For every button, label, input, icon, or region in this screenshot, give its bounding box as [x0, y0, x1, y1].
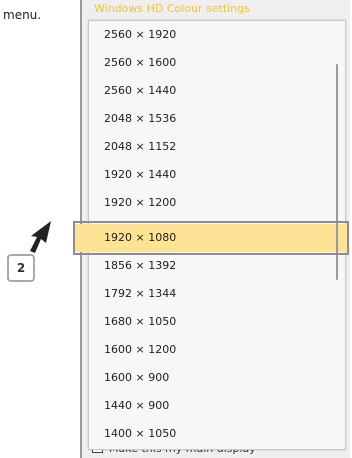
resolution-option-label: 1440 × 900 [104, 399, 170, 412]
resolution-option[interactable]: 2048 × 1152 [89, 133, 335, 161]
resolution-option-label: 1856 × 1392 [104, 259, 177, 272]
pointer-arrow-icon [30, 221, 51, 253]
resolution-option-label: 1400 × 1050 [104, 427, 177, 440]
resolution-option[interactable]: 2048 × 1536 [89, 105, 335, 133]
resolution-option[interactable]: 1920 × 1440 [89, 161, 335, 189]
resolution-option[interactable]: 1856 × 1392 [89, 252, 335, 280]
resolution-option-label: 1600 × 900 [104, 371, 170, 384]
resolution-option[interactable]: 2560 × 1600 [89, 49, 335, 77]
resolution-option-label: 2560 × 1920 [104, 28, 177, 41]
resolution-option-label: 2048 × 1536 [104, 112, 177, 125]
resolution-option-label: 2048 × 1152 [104, 140, 177, 153]
caption-text: menu. [3, 8, 42, 22]
resolution-option[interactable]: 1680 × 1050 [89, 308, 335, 336]
selection-highlight-frame [73, 221, 349, 255]
resolution-option[interactable]: 1792 × 1344 [89, 280, 335, 308]
resolution-option-label: 2560 × 1600 [104, 56, 177, 69]
window-title: Windows HD Colour settings [94, 2, 250, 15]
resolution-option[interactable]: 2560 × 1920 [89, 21, 335, 49]
resolution-option[interactable]: 2560 × 1440 [89, 77, 335, 105]
resolution-option-label: 1920 × 1440 [104, 168, 177, 181]
resolution-option[interactable]: 1440 × 900 [89, 392, 335, 420]
resolution-option-label: 2560 × 1440 [104, 84, 177, 97]
resolution-option[interactable]: 1600 × 1200 [89, 336, 335, 364]
resolution-option-label: 1600 × 1200 [104, 343, 177, 356]
step-number-badge: 2 [7, 254, 35, 282]
resolution-option-label: 1680 × 1050 [104, 315, 177, 328]
resolution-option-label: 1920 × 1200 [104, 196, 177, 209]
resolution-option[interactable]: 1920 × 1200 [89, 189, 335, 217]
resolution-option[interactable]: 1400 × 1050 [89, 420, 335, 448]
resolution-option[interactable]: 1600 × 900 [89, 364, 335, 392]
resolution-option-label: 1792 × 1344 [104, 287, 177, 300]
